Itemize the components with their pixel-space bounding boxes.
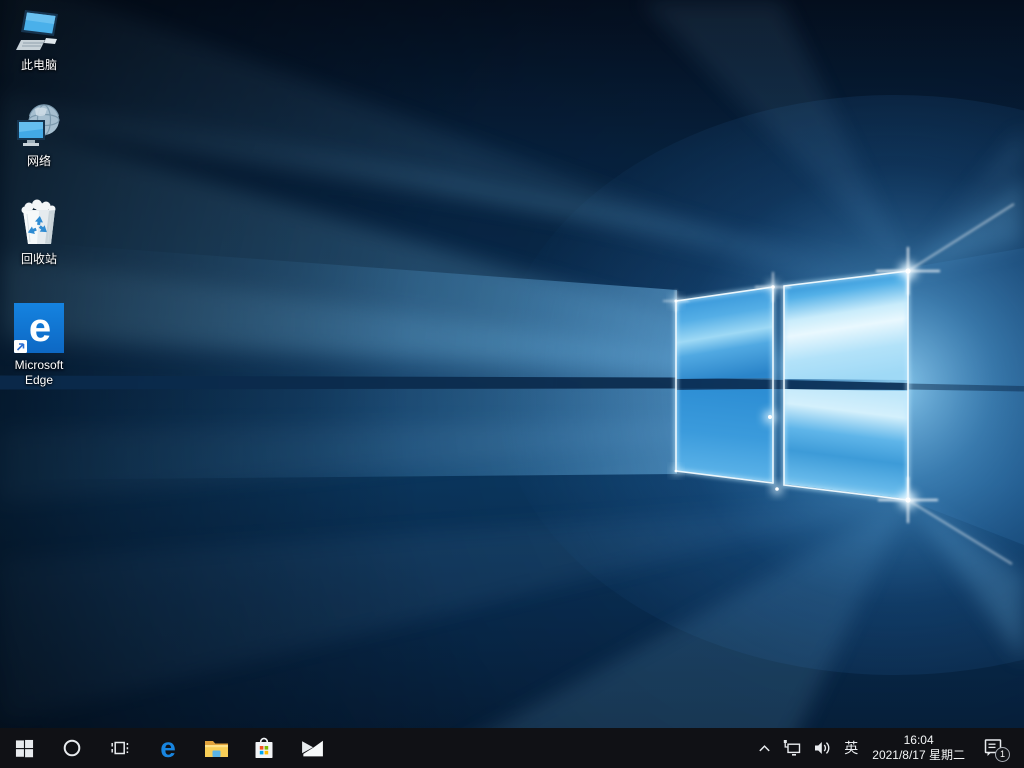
task-view-icon [111, 741, 129, 755]
recycle-bin-icon [21, 199, 56, 244]
taskbar-left: e [0, 728, 336, 768]
shortcut-arrow-overlay [14, 340, 27, 353]
windows-logo-icon [15, 739, 33, 757]
task-view-button[interactable] [96, 728, 144, 768]
taskbar: e 英 16:04 2021/8/17 星期二 1 [0, 728, 1024, 768]
ethernet-icon [783, 740, 800, 756]
system-tray: 英 16:04 2021/8/17 星期二 1 [751, 728, 1024, 768]
edge-e-icon: e [160, 734, 176, 762]
network-tray-button[interactable] [777, 728, 807, 768]
desktop-icon-label: 网络 [26, 154, 51, 168]
cortana-search-button[interactable] [48, 728, 96, 768]
desktop-icon-label: 此电脑 [20, 58, 57, 72]
clock-date: 2021/8/17 星期二 [872, 748, 965, 762]
store-button[interactable] [240, 728, 288, 768]
volume-tray-button[interactable] [807, 728, 837, 768]
windows-hero-wallpaper [0, 0, 1024, 768]
file-explorer-button[interactable] [192, 728, 240, 768]
action-center-button[interactable]: 1 [972, 728, 1016, 768]
desktop-icon-label: Microsoft Edge [14, 358, 64, 387]
speaker-icon [814, 742, 830, 754]
clock-time: 16:04 [903, 733, 934, 747]
mail-button[interactable] [288, 728, 336, 768]
desktop-icon-microsoft-edge[interactable]: e Microsoft Edge [0, 302, 78, 388]
cortana-circle-icon [63, 739, 81, 757]
desktop-icon-label: 回收站 [20, 252, 57, 266]
edge-icon: e [14, 303, 64, 353]
show-desktop-button[interactable] [1016, 728, 1024, 768]
chevron-up-icon [759, 744, 770, 751]
svg-text:e: e [29, 306, 51, 350]
desktop-icon-network[interactable]: 网络 [0, 103, 78, 169]
clock[interactable]: 16:04 2021/8/17 星期二 [865, 733, 972, 763]
folder-icon [204, 740, 228, 757]
notification-count-badge: 1 [995, 747, 1010, 762]
store-bag-icon [255, 737, 273, 758]
desktop-icon-this-pc[interactable]: 此电脑 [0, 8, 78, 73]
desktop-wallpaper[interactable] [0, 0, 1024, 768]
desktop-icon-recycle-bin[interactable]: 回收站 [0, 198, 78, 267]
network-icon [17, 104, 60, 146]
mail-envelope-icon [301, 740, 323, 756]
this-pc-icon [16, 10, 58, 50]
svg-text:e: e [160, 734, 176, 762]
show-hidden-icons-button[interactable] [751, 728, 777, 768]
input-method-indicator[interactable]: 英 [837, 728, 865, 768]
start-button[interactable] [0, 728, 48, 768]
edge-taskbar-button[interactable]: e [144, 728, 192, 768]
